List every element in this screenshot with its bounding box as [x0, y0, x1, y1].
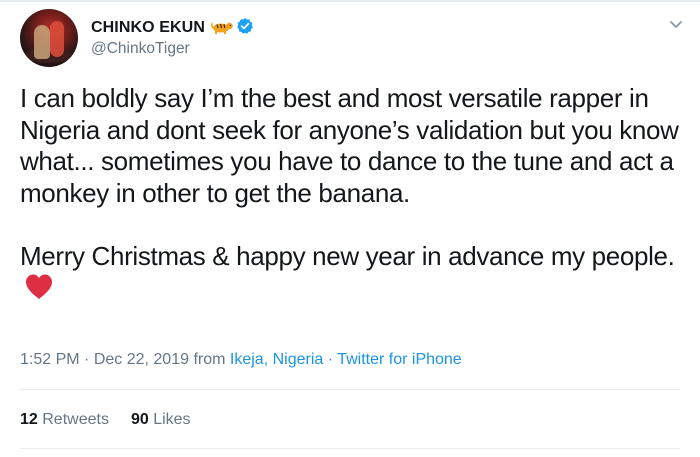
user-handle[interactable]: @ChinkoTiger [91, 40, 190, 58]
tweet-card: CHINKO EKUN @ChinkoTiger I can boldly sa… [0, 0, 700, 457]
tweet-date[interactable]: Dec 22, 2019 [94, 351, 189, 368]
red-heart-icon [26, 274, 52, 299]
top-divider [0, 0, 700, 2]
tweet-metadata: 1:52 PM · Dec 22, 2019 from Ikeja, Niger… [20, 351, 462, 369]
tiger-icon [211, 22, 233, 34]
location-link[interactable]: Ikeja, Nigeria [230, 351, 323, 368]
display-name-text: CHINKO EKUN [91, 19, 205, 36]
engagement-stats: 12 Retweets 90 Likes [20, 411, 213, 429]
chevron-down-icon[interactable] [666, 14, 686, 34]
retweets-label: Retweets [42, 411, 109, 428]
avatar-figure [50, 21, 64, 57]
display-name[interactable]: CHINKO EKUN [91, 17, 254, 37]
likes-count: 90 [130, 411, 149, 428]
verified-badge-icon [237, 18, 253, 34]
tweet-paragraph: Merry Christmas & happy new year in adva… [20, 241, 688, 304]
tweet-text: I can boldly say I’m the best and most v… [20, 83, 688, 304]
divider [20, 448, 680, 449]
likes-label: Likes [153, 411, 191, 428]
avatar-figure [34, 25, 50, 59]
tweet-paragraph-text: I can boldly say I’m the best and most v… [20, 83, 679, 208]
meta-separator: · [323, 351, 338, 368]
retweets-count: 12 [20, 411, 38, 428]
retweets-stat[interactable]: 12 Retweets [20, 411, 109, 428]
tweet-paragraph-text: Merry Christmas & happy new year in adva… [20, 240, 675, 271]
meta-separator: · [79, 351, 94, 368]
divider [20, 389, 680, 390]
likes-stat[interactable]: 90 Likes [131, 411, 191, 428]
from-label: from [189, 351, 230, 368]
client-link[interactable]: Twitter for iPhone [337, 351, 462, 368]
tweet-paragraph: I can boldly say I’m the best and most v… [20, 83, 688, 209]
tweet-time[interactable]: 1:52 PM [20, 351, 80, 368]
avatar[interactable] [20, 9, 78, 67]
